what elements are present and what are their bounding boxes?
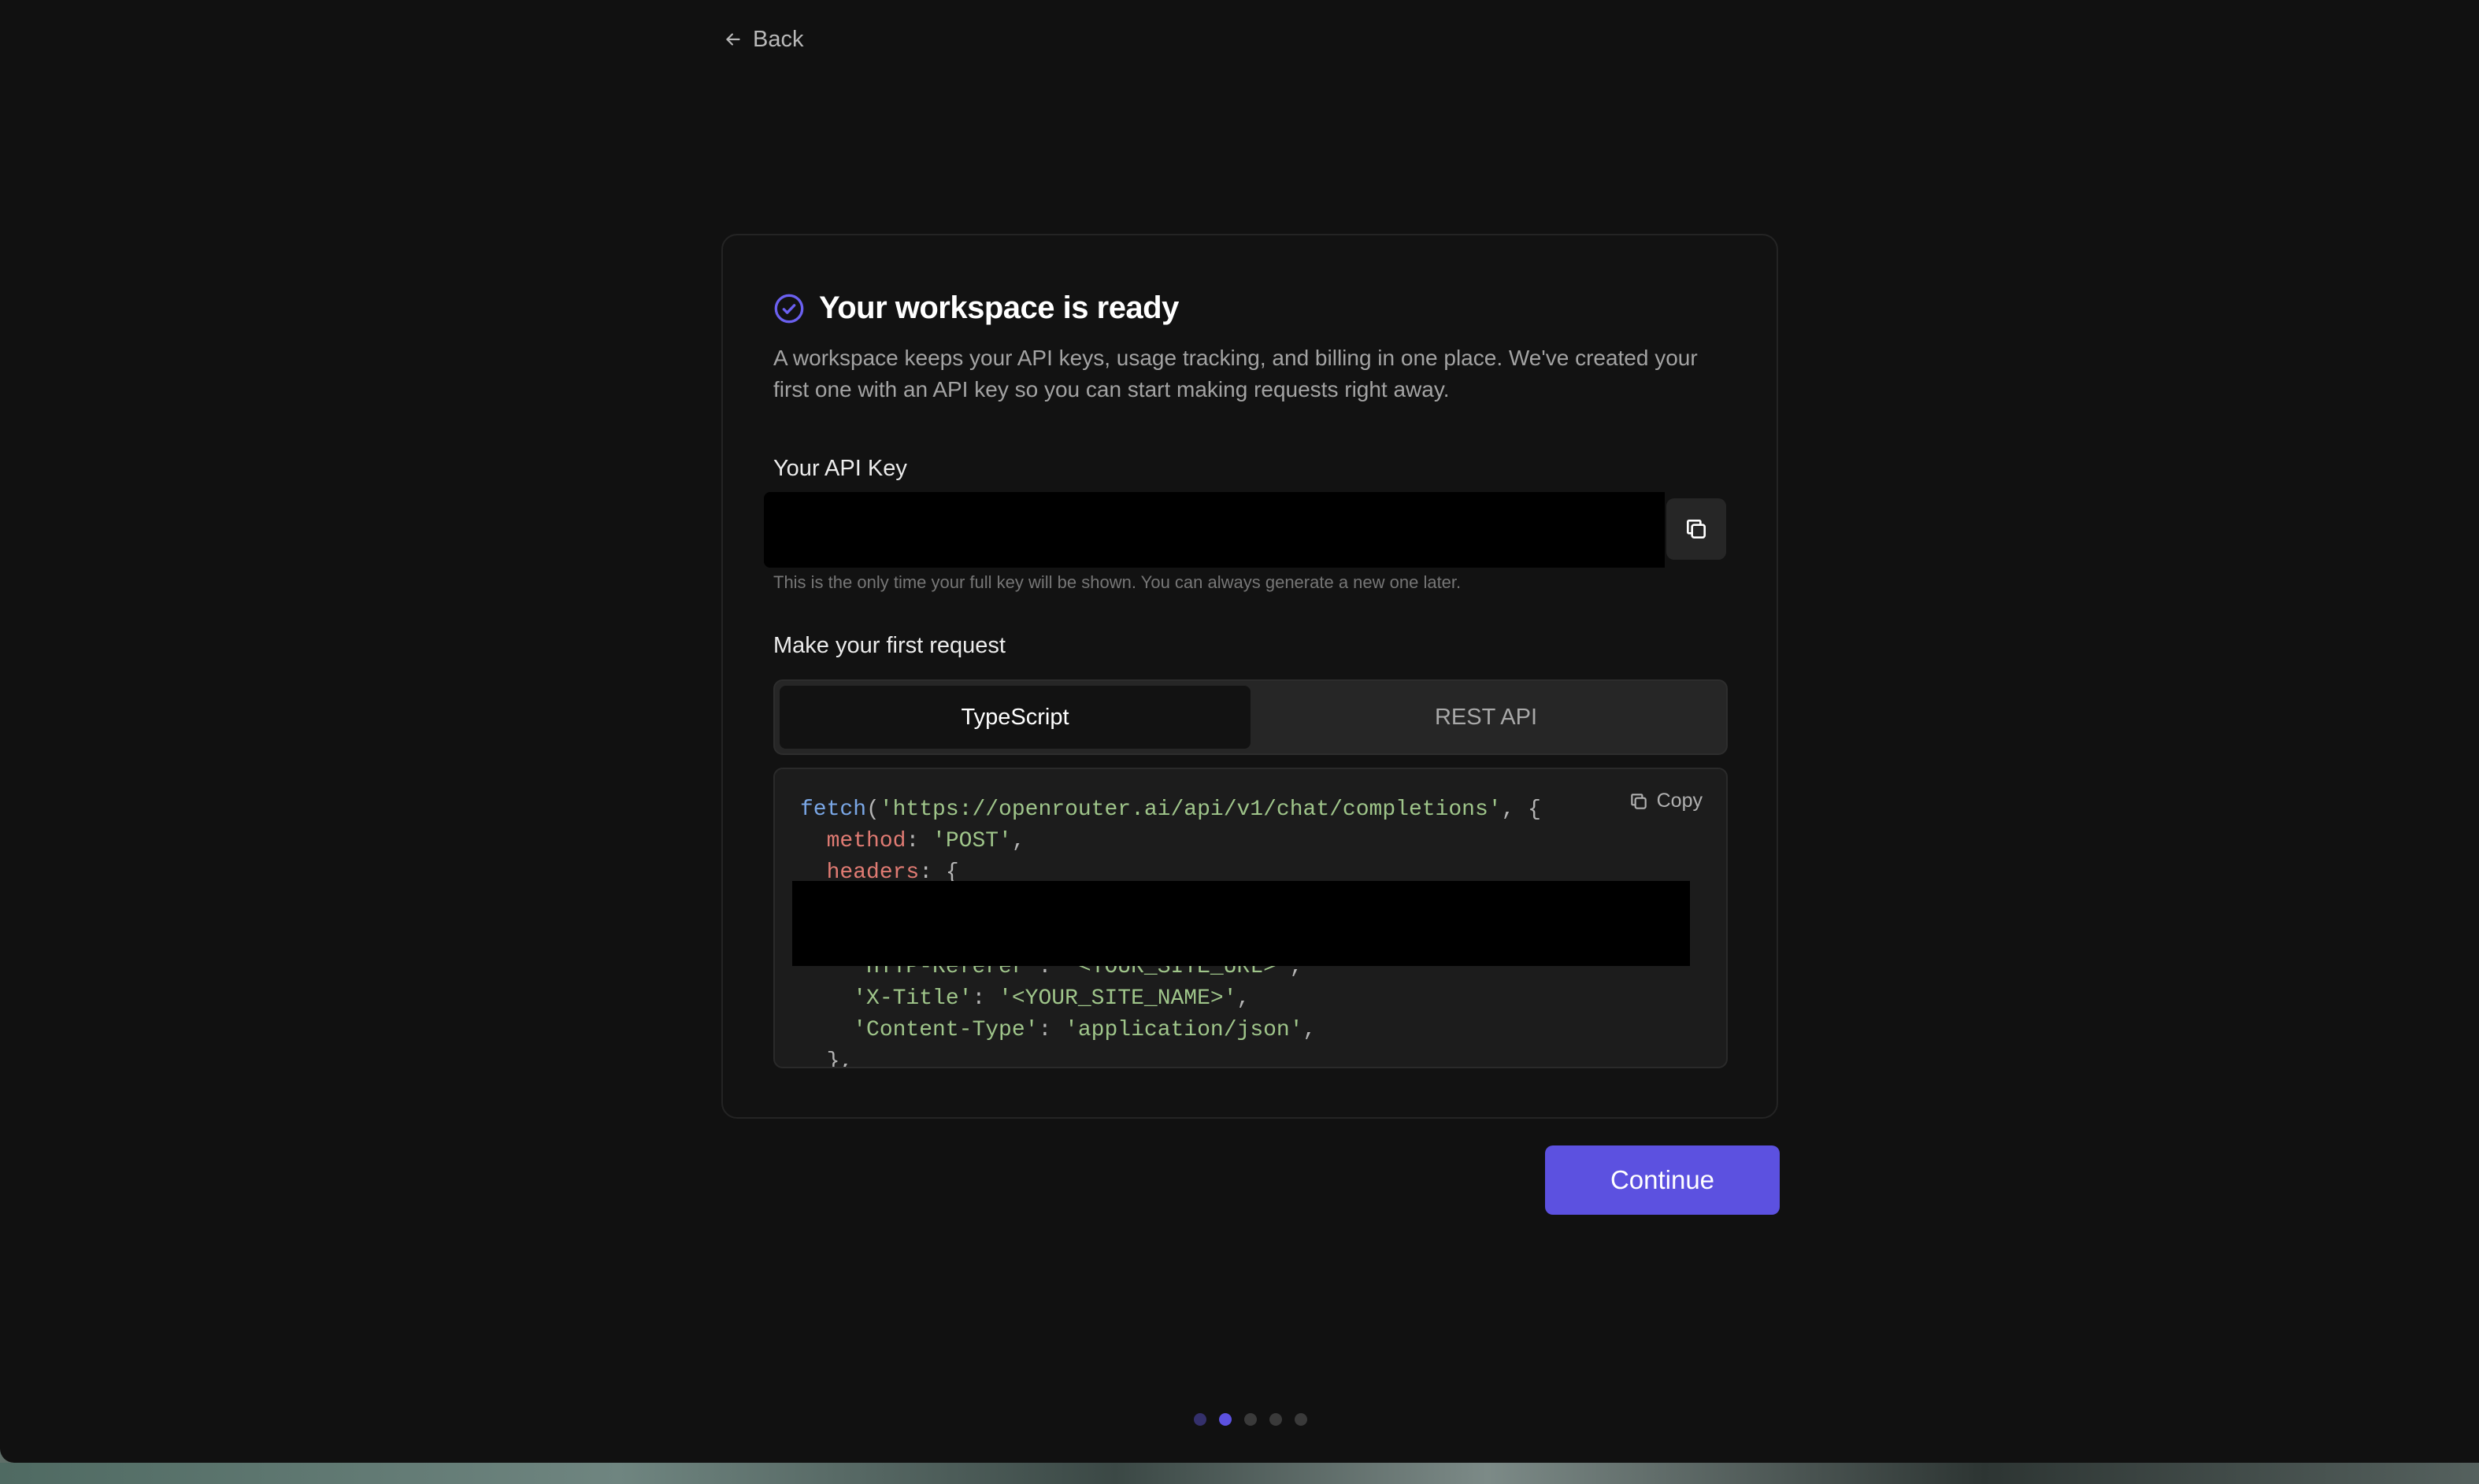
api-key-field[interactable] xyxy=(764,492,1665,568)
code-content-type-key: 'Content-Type' xyxy=(853,1018,1039,1042)
code-fn: fetch xyxy=(800,798,867,822)
code-title-key: 'X-Title' xyxy=(853,986,973,1011)
api-key-label: Your API Key xyxy=(773,456,907,481)
copy-code-button[interactable]: Copy xyxy=(1629,790,1703,812)
desktop-wallpaper xyxy=(0,1463,2479,1484)
language-tabs: TypeScript REST API xyxy=(773,679,1728,755)
tab-typescript[interactable]: TypeScript xyxy=(780,686,1251,749)
code-method-key: method xyxy=(826,829,906,853)
title-row: Your workspace is ready xyxy=(773,291,1179,326)
app-window: Back Your workspace is ready A workspace… xyxy=(0,0,2479,1463)
page-description: A workspace keeps your API keys, usage t… xyxy=(773,346,1698,402)
step-dot xyxy=(1244,1413,1257,1426)
code-url: 'https://openrouter.ai/api/v1/chat/compl… xyxy=(879,798,1502,822)
back-label: Back xyxy=(753,26,804,52)
page-title: Your workspace is ready xyxy=(819,291,1179,325)
copy-api-key-button[interactable] xyxy=(1666,498,1726,560)
step-indicator xyxy=(1194,1413,1307,1426)
copy-code-label: Copy xyxy=(1656,790,1703,812)
step-dot xyxy=(1295,1413,1307,1426)
step-dot xyxy=(1269,1413,1282,1426)
tab-rest-api[interactable]: REST API xyxy=(1251,686,1721,749)
step-dot xyxy=(1194,1413,1206,1426)
step-dot xyxy=(1219,1413,1232,1426)
redacted-block xyxy=(792,881,1690,966)
code-snippet: fetch('https://openrouter.ai/api/v1/chat… xyxy=(773,768,1728,1068)
check-circle-icon xyxy=(774,294,804,323)
api-key-hint: This is the only time your full key will… xyxy=(773,572,1462,592)
back-link[interactable]: Back xyxy=(723,24,803,55)
first-request-label: Make your first request xyxy=(773,633,1006,658)
workspace-ready-card: Your workspace is ready A workspace keep… xyxy=(721,234,1778,1119)
code-content-type-value: 'application/json' xyxy=(1065,1018,1303,1042)
continue-button[interactable]: Continue xyxy=(1545,1145,1780,1215)
copy-icon xyxy=(1687,520,1706,538)
code-method-value: 'POST' xyxy=(932,829,1012,853)
code-title-value: '<YOUR_SITE_NAME>' xyxy=(999,986,1237,1011)
arrow-left-icon xyxy=(726,33,740,46)
copy-icon xyxy=(1630,793,1647,809)
